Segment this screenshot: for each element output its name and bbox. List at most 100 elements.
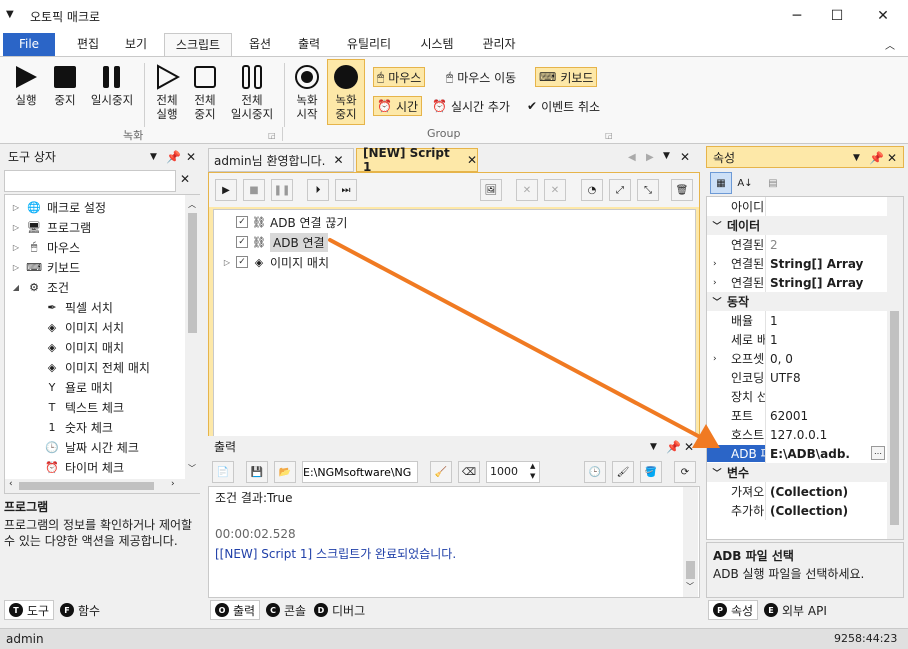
step-next-icon[interactable]: ⏭ xyxy=(335,179,357,201)
property-row[interactable]: 추가하기(Collection) xyxy=(707,501,887,520)
tab-scroll-right-icon[interactable]: ▶ xyxy=(646,152,654,163)
tab-file[interactable]: File xyxy=(3,33,55,56)
property-value[interactable]: UTF8 xyxy=(765,368,887,387)
pin-icon[interactable]: 📌 xyxy=(666,436,681,458)
property-value[interactable]: 1 xyxy=(765,311,887,330)
property-row[interactable]: ADB 파일E:\ADB\adb.… xyxy=(707,444,887,463)
property-row[interactable]: ›연결된 장치String[] Array xyxy=(707,254,887,273)
toolbox-item[interactable]: ◈ 이미지 매치 xyxy=(45,337,124,357)
close-panel-icon[interactable]: ✕ xyxy=(186,146,196,168)
scroll-thumb[interactable] xyxy=(890,311,899,525)
toolbox-item[interactable]: ◈ 이미지 서치 xyxy=(45,317,124,337)
tab-scroll-left-icon[interactable]: ◀ xyxy=(628,152,636,163)
folder-icon[interactable]: 📂 xyxy=(274,461,296,483)
toolbox-item[interactable]: ⏰ 타이머 체크 xyxy=(45,457,124,477)
toolbox-item[interactable]: ◈ 이미지 전체 매치 xyxy=(45,357,150,377)
tab-output[interactable]: 출력 xyxy=(289,33,329,56)
stop-all-button[interactable]: 전체 중지 xyxy=(188,63,222,121)
property-category[interactable]: ﹀ 변수 xyxy=(707,463,887,482)
sort-az-icon[interactable]: A↓ xyxy=(734,172,756,194)
property-row[interactable]: 인코딩 UTF8 xyxy=(707,368,887,387)
delete-item-icon[interactable]: ✕ xyxy=(516,179,538,201)
toolbox-hscrollbar[interactable]: ‹ › xyxy=(5,479,185,493)
toolbox-item[interactable]: ◢ ⚙ 조건 xyxy=(11,277,69,297)
categorized-icon[interactable]: ▦ xyxy=(710,172,732,194)
property-value[interactable] xyxy=(765,387,887,406)
clock-icon[interactable]: 🕒 xyxy=(584,461,606,483)
property-row[interactable]: 장치 선택 xyxy=(707,387,887,406)
stop-icon[interactable]: ■ xyxy=(243,179,265,201)
hscroll-thumb[interactable] xyxy=(19,482,154,490)
toolbox-item[interactable]: 🕒 날짜 시간 체크 xyxy=(45,437,139,457)
tab-utility[interactable]: 유틸리티 xyxy=(338,33,400,56)
script-node[interactable]: ▷ ✓ ◈ 이미지 매치 xyxy=(222,252,329,272)
toolbox-item[interactable]: ▷ 🖥 프로그램 xyxy=(11,217,91,237)
toolbox-item[interactable]: ▷ 🖱 마우스 xyxy=(11,237,80,257)
close-document-icon[interactable]: ✕ xyxy=(680,150,690,164)
play-icon[interactable]: ▶ xyxy=(215,179,237,201)
trash-icon[interactable]: 🗑 xyxy=(671,179,693,201)
close-tab-icon[interactable]: ✕ xyxy=(333,153,343,167)
doc-tab-script[interactable]: [NEW] Script 1 ✕ xyxy=(356,146,478,174)
collapse-ribbon-icon[interactable]: ︿ xyxy=(885,37,895,52)
run-button[interactable]: 실행 xyxy=(8,63,44,107)
node-checkbox[interactable]: ✓ xyxy=(236,256,248,268)
toolbox-search-input[interactable] xyxy=(4,170,176,192)
expand-arrow-icon[interactable]: › xyxy=(713,259,717,269)
property-category[interactable]: ﹀ 동작 xyxy=(707,292,887,311)
property-value[interactable]: 2 xyxy=(765,235,887,254)
stop-button[interactable]: 중지 xyxy=(48,63,82,107)
property-row[interactable]: 포트 62001 xyxy=(707,406,887,425)
tab-view[interactable]: 보기 xyxy=(116,33,156,56)
stepper-up-icon[interactable]: ▲ xyxy=(530,462,535,470)
property-row[interactable]: 아이디 xyxy=(707,197,887,216)
tab-tools[interactable]: T 도구 xyxy=(4,600,55,620)
pause-button[interactable]: 일시중지 xyxy=(86,63,138,107)
save-icon[interactable]: 💾 xyxy=(246,461,268,483)
toolbox-item[interactable]: ✒ 픽셀 서치 xyxy=(45,297,113,317)
tab-script[interactable]: 스크립트 xyxy=(164,33,232,56)
tab-properties[interactable]: P 속성 xyxy=(708,600,759,620)
delete-all-icon[interactable]: ✕ xyxy=(544,179,566,201)
toolbox-item[interactable]: Y 욜로 매치 xyxy=(45,377,113,397)
property-value[interactable]: 62001 xyxy=(765,406,887,425)
toolbox-item[interactable]: ▷ ⌨ 키보드 xyxy=(11,257,80,277)
scroll-thumb[interactable] xyxy=(188,213,197,333)
script-node[interactable]: ✓ ⛓ ADB 연결 xyxy=(236,232,328,252)
mouse-record-toggle[interactable]: 🖱 마우스 xyxy=(373,67,426,87)
tab-admin[interactable]: 관리자 xyxy=(472,33,526,56)
dropdown-icon[interactable]: ▼ xyxy=(150,146,157,168)
tab-system[interactable]: 시스템 xyxy=(410,33,464,56)
property-value[interactable]: 0, 0 xyxy=(765,349,887,368)
property-row[interactable]: ›연결된 장치String[] Array xyxy=(707,273,887,292)
pause-icon[interactable]: ❚❚ xyxy=(271,179,293,201)
property-row[interactable]: 세로 배율1 xyxy=(707,330,887,349)
output-scrollbar[interactable]: ﹀ xyxy=(683,487,698,597)
expand-arrow-icon[interactable]: ▷ xyxy=(222,258,232,267)
step-play-icon[interactable]: ⏵ xyxy=(307,179,329,201)
tab-output-log[interactable]: O 출력 xyxy=(210,600,261,620)
tab-list-icon[interactable]: ▼ xyxy=(663,151,670,161)
node-checkbox[interactable]: ✓ xyxy=(236,216,248,228)
property-value[interactable]: String[] Array xyxy=(765,254,887,273)
tab-functions[interactable]: F 함수 xyxy=(56,600,104,620)
expand-arrow-icon[interactable]: ▷ xyxy=(11,223,21,232)
stepper-down-icon[interactable]: ▼ xyxy=(530,472,535,480)
expand-arrow-icon[interactable]: ▷ xyxy=(11,203,21,212)
window-menu-icon[interactable]: ▼ xyxy=(6,9,14,20)
brush-icon[interactable]: 🖌 xyxy=(612,461,634,483)
eraser-icon[interactable]: ⌫ xyxy=(458,461,480,483)
toolbox-scrollbar[interactable]: ︿ ﹀ xyxy=(185,195,200,493)
property-value[interactable]: E:\ADB\adb. xyxy=(765,444,887,463)
property-row[interactable]: 호스트 127.0.0.1 xyxy=(707,425,887,444)
line-limit-stepper[interactable]: 1000 ▲ ▼ xyxy=(486,461,540,483)
keyboard-record-toggle[interactable]: ⌨ 키보드 xyxy=(535,67,598,87)
dropdown-icon[interactable]: ▼ xyxy=(853,147,860,169)
close-button[interactable]: ✕ xyxy=(873,6,893,26)
property-pages-icon[interactable]: ▤ xyxy=(762,172,784,194)
collapse-arrow-icon[interactable]: ﹀ xyxy=(707,466,727,479)
dropdown-icon[interactable]: ▼ xyxy=(650,436,657,458)
tab-console[interactable]: C 콘솔 xyxy=(262,600,310,620)
image-icon[interactable]: 🖼 xyxy=(480,179,502,201)
collapse-arrow-icon[interactable]: ﹀ xyxy=(707,295,727,308)
